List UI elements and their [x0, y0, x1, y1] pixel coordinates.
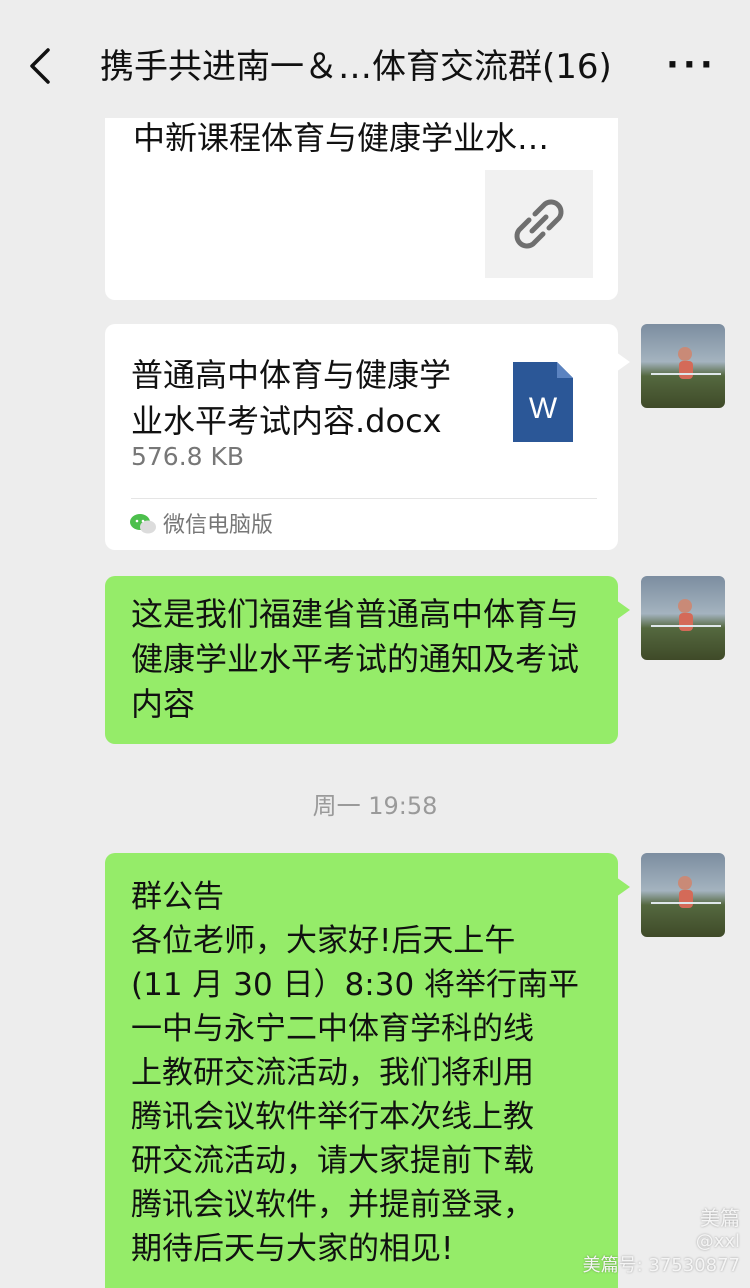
- message-text: 这是我们福建省普通高中体育与健康学业水平考试的通知及考试内容: [131, 595, 580, 723]
- file-name: 普通高中体育与健康学业水平考试内容.docx: [131, 356, 452, 440]
- announcement-line: 一中与永宁二中体育学科的线: [131, 1011, 534, 1047]
- announcement-line: 腾讯会议软件，并提前登录，: [131, 1187, 534, 1223]
- watermark: 美篇 @xxl 美篇号: 37530877: [583, 1206, 740, 1278]
- avatar[interactable]: [641, 324, 725, 408]
- avatar-photo: [651, 599, 721, 631]
- word-document-icon: W: [513, 362, 573, 442]
- file-size: 576.8 KB: [131, 442, 245, 471]
- text-message[interactable]: 这是我们福建省普通高中体育与健康学业水平考试的通知及考试内容: [105, 576, 630, 744]
- announcement-message[interactable]: 群公告 各位老师，大家好!后天上午 (11 月 30 日）8:30 将举行南平 …: [105, 853, 630, 1288]
- announcement-line: (11 月 30 日）8:30 将举行南平: [131, 967, 580, 1003]
- word-icon-letter: W: [529, 392, 558, 425]
- file-card-message[interactable]: 普通高中体育与健康学业水平考试内容.docx 576.8 KB W 微信电脑版: [105, 324, 630, 550]
- announcement-line: 上教研交流活动，我们将利用: [131, 1055, 534, 1091]
- more-options-button[interactable]: ···: [666, 48, 716, 82]
- announcement-text: 群公告 各位老师，大家好!后天上午 (11 月 30 日）8:30 将举行南平 …: [131, 875, 601, 1271]
- back-arrow-icon[interactable]: [26, 46, 54, 86]
- avatar[interactable]: [641, 576, 725, 660]
- avatar[interactable]: [641, 853, 725, 937]
- announcement-line: 腾讯会议软件举行本次线上教: [131, 1099, 534, 1135]
- announcement-line: 期待后天与大家的相见!: [131, 1231, 454, 1267]
- divider: [131, 498, 597, 499]
- watermark-user: @xxl: [695, 1231, 740, 1252]
- link-thumbnail: [485, 170, 593, 278]
- announcement-line: 各位老师，大家好!后天上午: [131, 923, 516, 959]
- wechat-icon: [130, 514, 156, 534]
- chat-title: 携手共进南一＆…体育交流群(16): [100, 47, 612, 87]
- link-icon: [514, 199, 564, 249]
- avatar-photo: [651, 347, 721, 379]
- link-card-title: 中新课程体育与健康学业水…: [133, 119, 550, 157]
- chat-header: 携手共进南一＆…体育交流群(16) ···: [0, 0, 750, 118]
- watermark-logo: 美篇: [700, 1206, 740, 1230]
- announcement-line: 研交流活动，请大家提前下载: [131, 1143, 534, 1179]
- announcement-heading: 群公告: [131, 879, 224, 915]
- message-timestamp: 周一 19:58: [312, 792, 438, 820]
- avatar-photo: [651, 876, 721, 908]
- watermark-id: 美篇号: 37530877: [582, 1255, 740, 1276]
- file-source-label: 微信电脑版: [163, 513, 274, 538]
